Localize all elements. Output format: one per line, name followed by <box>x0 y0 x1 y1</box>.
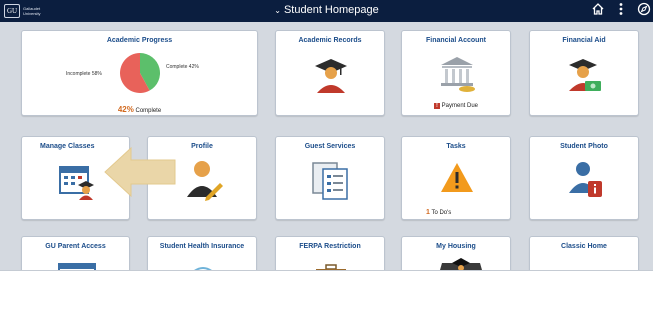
briefcase-icon <box>316 264 346 270</box>
tile-title: GU Parent Access <box>45 243 106 250</box>
todo-text: To Do's <box>431 210 452 216</box>
progress-percent: 42% <box>117 105 134 114</box>
tile-title: Tasks <box>446 143 466 150</box>
tile-student-photo[interactable]: Student Photo <box>529 136 639 220</box>
tile-ferpa-restriction[interactable]: FERPA Restriction <box>275 236 385 270</box>
tile-academic-progress[interactable]: Academic Progress Incomplete 58% Complet… <box>21 30 258 116</box>
graduate-money-icon <box>569 59 601 91</box>
task-count: 1 <box>426 209 430 216</box>
tile-title: My Housing <box>436 243 476 250</box>
top-navigation-bar: GU Gallaudet University ⌄ Student Homepag… <box>0 0 653 22</box>
tile-classic-home[interactable]: Classic Home <box>529 236 639 270</box>
tile-title: Guest Services <box>304 143 356 150</box>
tile-financial-aid[interactable]: Financial Aid <box>529 30 639 116</box>
home-icon[interactable] <box>591 2 605 20</box>
pointer-arrow-icon <box>104 146 176 198</box>
bank-building-icon <box>441 57 475 92</box>
pie-label-complete: Complete 42% <box>166 64 199 70</box>
calendar-student-icon <box>59 166 94 200</box>
progress-complete-word: Complete <box>135 108 162 114</box>
tile-title: Academic Progress <box>106 37 173 44</box>
tile-title: Financial Aid <box>562 37 606 44</box>
page-title[interactable]: ⌄ Student Homepage <box>0 4 653 16</box>
tile-guest-services[interactable]: Guest Services <box>275 136 385 220</box>
tile-academic-records[interactable]: Academic Records <box>275 30 385 116</box>
tile-tasks[interactable]: Tasks 1 To Do's <box>401 136 511 220</box>
tile-title: Student Health Insurance <box>159 243 245 250</box>
tile-my-housing[interactable]: My Housing <box>401 236 511 270</box>
person-alert-icon <box>569 162 602 197</box>
blank-area <box>0 270 653 330</box>
person-edit-icon <box>187 161 223 201</box>
alert-badge-icon: ! <box>433 103 440 109</box>
tile-title: Classic Home <box>561 243 607 250</box>
housing-icon <box>440 258 482 270</box>
chevron-down-icon: ⌄ <box>274 6 281 15</box>
tile-title: Financial Account <box>425 37 487 44</box>
tile-financial-account[interactable]: Financial Account ! Payment Due <box>401 30 511 116</box>
browser-window-icon <box>58 263 96 270</box>
pie-label-incomplete: Incomplete 58% <box>66 71 102 77</box>
warning-icon <box>441 163 473 192</box>
tile-gu-parent-access[interactable]: GU Parent Access <box>21 236 130 270</box>
health-shield-icon <box>194 267 212 270</box>
documents-icon <box>312 162 348 200</box>
payment-due-text: Payment Due <box>441 103 479 109</box>
more-vert-icon[interactable] <box>619 2 623 20</box>
homepage-tiles-area: Academic Progress Incomplete 58% Complet… <box>0 22 653 270</box>
page-title-text: Student Homepage <box>283 4 379 16</box>
tile-student-health-insurance[interactable]: Student Health Insurance <box>147 236 257 270</box>
nav-compass-icon[interactable] <box>637 2 651 20</box>
tile-title: FERPA Restriction <box>299 243 361 250</box>
progress-pie-chart <box>120 53 160 93</box>
tile-title: Academic Records <box>298 37 362 44</box>
graduate-student-icon <box>315 59 347 93</box>
tile-title: Student Photo <box>560 143 608 150</box>
